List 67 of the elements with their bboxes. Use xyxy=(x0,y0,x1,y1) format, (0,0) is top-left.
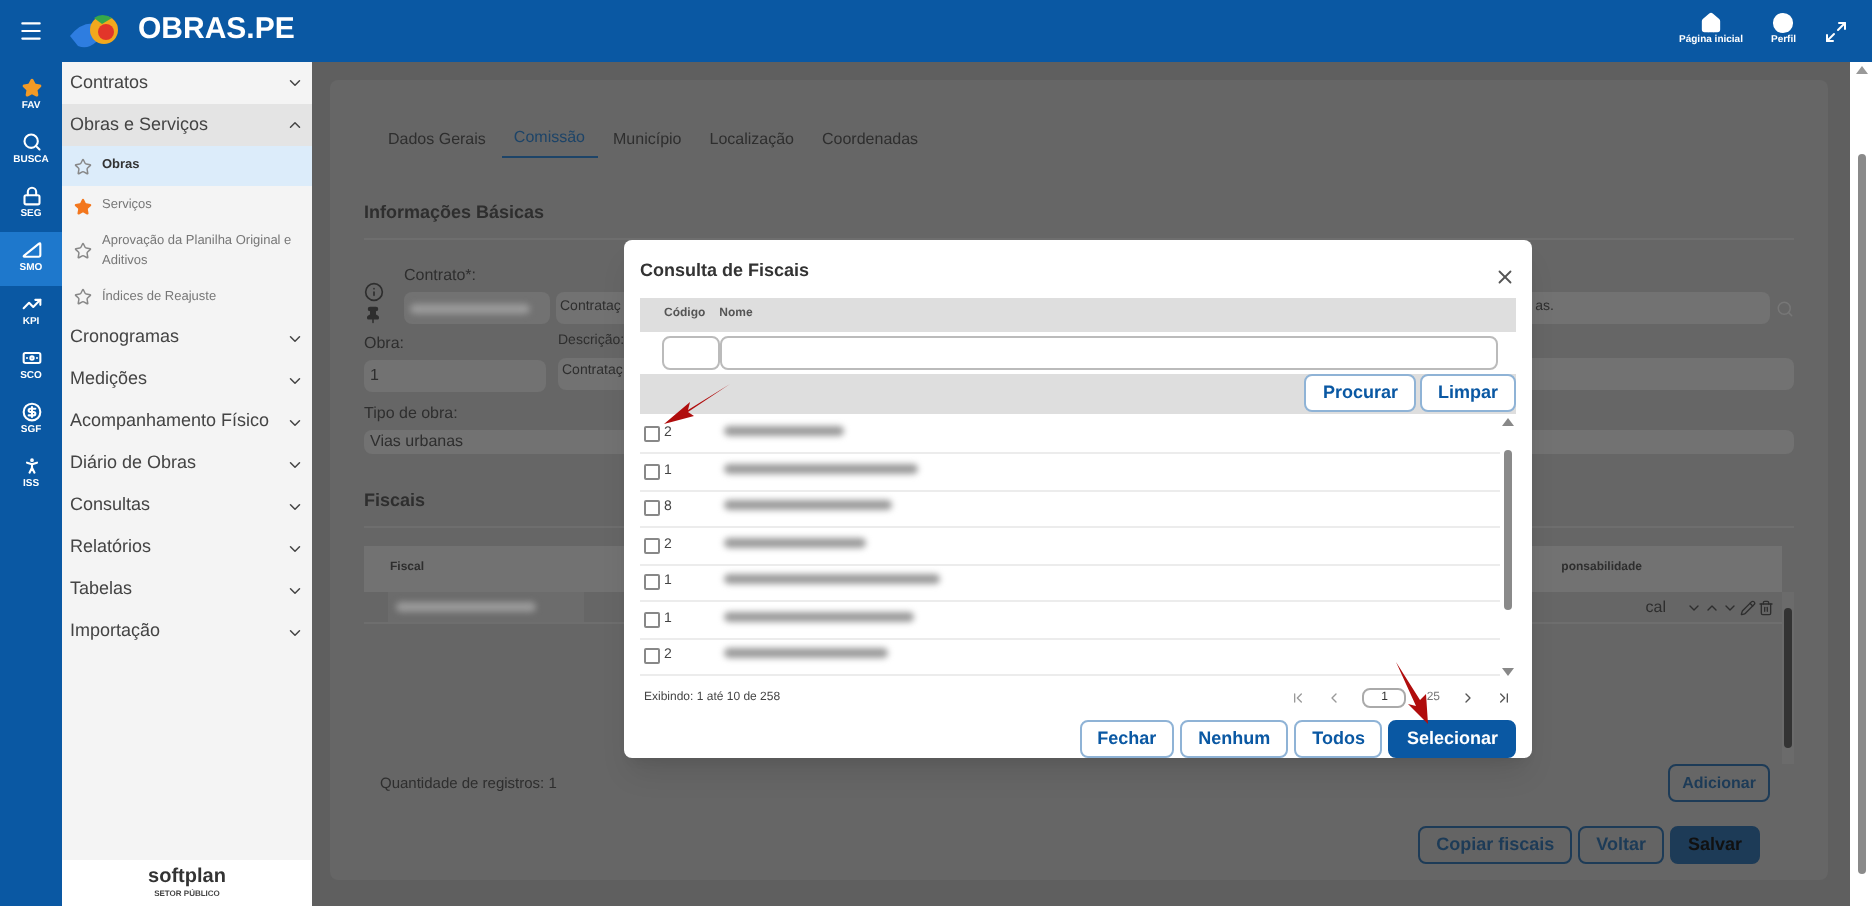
dialog-button[interactable]: Nenhum xyxy=(1180,720,1289,758)
menu-group[interactable]: Contratos xyxy=(62,62,312,104)
star-icon xyxy=(74,157,92,175)
star-icon xyxy=(74,288,92,306)
blurred-text xyxy=(410,303,530,313)
row-checkbox[interactable] xyxy=(644,500,660,517)
name-search-field[interactable] xyxy=(720,336,1498,371)
row-checkbox[interactable] xyxy=(644,426,660,443)
menu-group[interactable]: Cronogramas xyxy=(62,317,312,359)
blurred-text xyxy=(723,426,844,437)
info-icon xyxy=(364,282,384,302)
next-page-icon[interactable] xyxy=(1460,690,1476,707)
star-icon xyxy=(21,78,41,99)
star-icon xyxy=(74,197,92,215)
expand-icon[interactable] xyxy=(1824,19,1848,43)
blurred-text xyxy=(396,602,536,612)
dialog-button[interactable]: Todos xyxy=(1294,720,1383,758)
brand-name: softplan xyxy=(148,867,226,887)
annotation-arrow xyxy=(1394,662,1430,726)
dollar-icon xyxy=(21,402,41,423)
close-icon[interactable] xyxy=(1494,266,1516,289)
logo-icon xyxy=(70,11,122,51)
dialog-button[interactable]: Fechar xyxy=(1079,720,1175,758)
row-checkbox[interactable] xyxy=(644,537,660,554)
chart-icon xyxy=(21,294,41,315)
dialog-button[interactable]: Selecionar xyxy=(1388,720,1516,758)
contract-code-field[interactable] xyxy=(404,292,550,324)
lock-icon xyxy=(21,186,41,207)
search-icon xyxy=(21,132,41,153)
blurred-text xyxy=(723,537,866,548)
user-icon xyxy=(1772,12,1795,35)
menu-group[interactable]: Consultas xyxy=(62,485,312,527)
app-title: OBRAS.PE xyxy=(138,10,295,51)
menu-group[interactable]: Diário de Obras xyxy=(62,443,312,485)
section-title: Informações Básicas xyxy=(364,202,545,222)
search-action-button[interactable]: Limpar xyxy=(1419,374,1516,413)
table-cell: cal xyxy=(1645,595,1666,619)
field-label: Obra: xyxy=(364,332,405,356)
search-action-button[interactable]: Procurar xyxy=(1304,374,1416,413)
field-label: Contrato*: xyxy=(404,264,477,288)
row-checkbox[interactable] xyxy=(644,611,660,628)
row-checkbox[interactable] xyxy=(644,463,660,480)
person-icon xyxy=(21,456,41,477)
menu-group[interactable]: Tabelas xyxy=(62,569,312,611)
code-search-field[interactable] xyxy=(662,336,720,371)
menu-group[interactable]: Importação xyxy=(62,611,312,653)
row-checkbox[interactable] xyxy=(644,648,660,665)
last-page-icon[interactable] xyxy=(1496,690,1512,707)
menu-group[interactable]: Acompanhamento Físico xyxy=(62,401,312,443)
ruler-icon xyxy=(21,240,41,261)
menu-icon[interactable] xyxy=(18,18,44,44)
edit-icon[interactable] xyxy=(1740,599,1756,615)
field-label: Tipo de obra: xyxy=(364,402,458,426)
section-title: Fiscais xyxy=(364,490,426,510)
star-icon xyxy=(74,242,92,261)
banknote-icon xyxy=(21,348,41,369)
pin-icon[interactable] xyxy=(364,306,382,324)
chevron-up-icon xyxy=(286,116,304,134)
dialog-title: Consulta de Fiscais xyxy=(640,258,810,284)
menu-group[interactable]: Medições xyxy=(62,359,312,401)
menu-group[interactable]: Obras e Serviços xyxy=(62,104,312,146)
chevron-down-icon xyxy=(286,74,304,92)
home-icon xyxy=(1700,12,1722,35)
menu-group[interactable]: Relatórios xyxy=(62,527,312,569)
trash-icon[interactable] xyxy=(1758,599,1774,615)
first-page-icon[interactable] xyxy=(1290,690,1307,707)
row-checkbox[interactable] xyxy=(644,574,660,591)
